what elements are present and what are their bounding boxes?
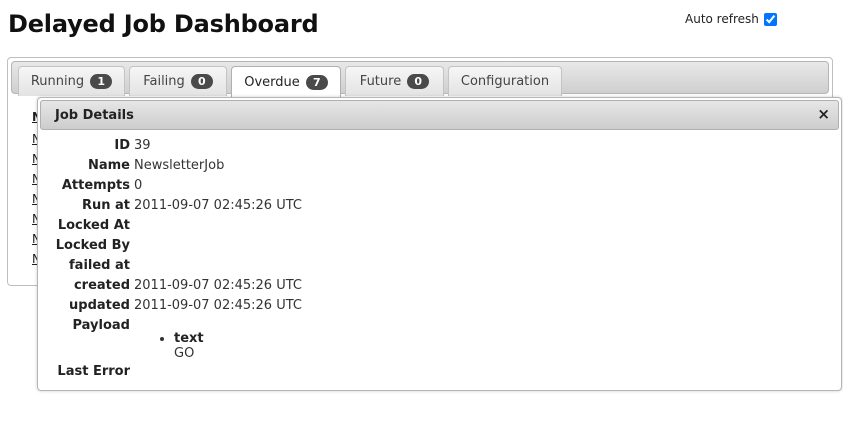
dialog-header[interactable]: Job Details ×: [40, 100, 839, 130]
updated-label: updated: [69, 298, 130, 313]
dialog-title: Job Details: [55, 108, 134, 123]
payload-label: Payload: [72, 318, 131, 333]
tab-label: Configuration: [460, 74, 550, 89]
count-badge: 1: [90, 74, 113, 89]
tab-running[interactable]: Running 1: [18, 66, 125, 96]
updated-value: 2011-09-07 02:45:26 UTC: [134, 298, 302, 313]
tab-label: Future: [359, 74, 402, 89]
tab-failing[interactable]: Failing 0: [129, 66, 227, 96]
auto-refresh-control: Auto refresh: [685, 12, 777, 26]
tab-label: Failing: [143, 74, 185, 89]
close-icon[interactable]: ×: [817, 106, 830, 123]
locked-by-label: Locked By: [55, 238, 130, 253]
payload-value: GO: [174, 346, 195, 361]
auto-refresh-checkbox[interactable]: [763, 12, 777, 26]
count-badge: 0: [190, 74, 213, 89]
tab-overdue[interactable]: Overdue 7: [231, 66, 341, 97]
payload-key: text: [174, 331, 204, 346]
name-value: NewsletterJob: [134, 158, 225, 173]
job-details-dialog: Job Details × ID 39 Name NewsletterJob A…: [37, 97, 842, 391]
locked-at-label: Locked At: [57, 218, 130, 233]
failed-at-label: failed at: [69, 258, 130, 273]
created-label: created: [73, 278, 130, 293]
payload-item: text GO: [174, 331, 204, 361]
count-badge: 0: [407, 74, 430, 89]
id-label: ID: [114, 138, 130, 153]
name-label: Name: [87, 158, 130, 173]
tab-bar: Running 1 Failing 0 Overdue 7 Future 0 C…: [11, 61, 829, 97]
created-value: 2011-09-07 02:45:26 UTC: [134, 278, 302, 293]
tab-label: Overdue: [244, 74, 300, 90]
run-at-value: 2011-09-07 02:45:26 UTC: [134, 198, 302, 213]
attempts-value: 0: [134, 178, 143, 193]
page-title: Delayed Job Dashboard: [8, 10, 319, 38]
tab-future[interactable]: Future 0: [345, 66, 444, 96]
count-badge: 7: [305, 74, 328, 90]
tab-configuration[interactable]: Configuration: [448, 66, 562, 96]
id-value: 39: [134, 138, 151, 153]
last-error-label: Last Error: [57, 364, 130, 379]
run-at-label: Run at: [81, 198, 130, 213]
attempts-label: Attempts: [61, 178, 130, 193]
auto-refresh-label: Auto refresh: [685, 12, 759, 26]
payload-list: text GO: [158, 331, 204, 361]
tab-label: Running: [30, 74, 85, 89]
